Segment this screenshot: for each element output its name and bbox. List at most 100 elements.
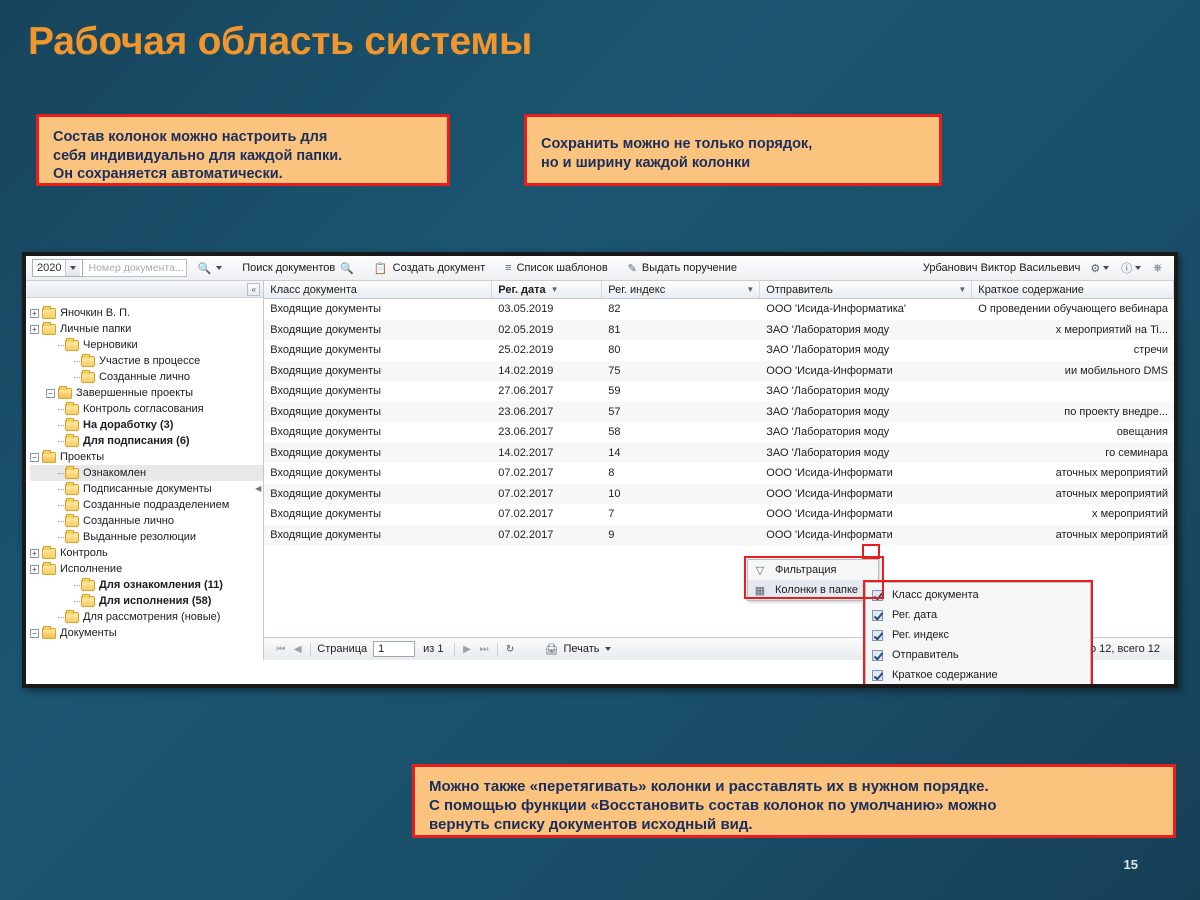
table-cell-sender: ЗАО 'Лаборатория моду	[766, 446, 890, 459]
tree-connector	[58, 536, 64, 538]
callout-drag-columns: Можно также «перетягивать» колонки и рас…	[412, 764, 1176, 838]
year-select[interactable]: 2020	[32, 259, 84, 277]
table-row[interactable]: Входящие документы 07.02.2017 10 ООО 'Исида…	[264, 483, 1174, 504]
expand-node-icon[interactable]: +	[30, 548, 39, 558]
tree-item[interactable]: + Личные папки	[30, 321, 263, 337]
prev-page-button[interactable]: ◀	[289, 644, 306, 655]
column-toggle-item[interactable]: Рег. дата	[866, 605, 1090, 625]
tree-item[interactable]: Для подписания (6)	[30, 433, 263, 449]
tree-item[interactable]: Созданные лично	[30, 513, 263, 529]
table-row[interactable]: Входящие документы 03.05.2019 82 ООО 'Исида…	[264, 299, 1174, 320]
table-cell-date: 07.02.2017	[498, 528, 554, 541]
table-row[interactable]: Входящие документы 07.02.2017 9 ООО 'Исида-…	[264, 524, 1174, 545]
grid-header-cell[interactable]: Краткое содержание	[972, 281, 1174, 298]
column-toggle-item[interactable]: Краткое содержание	[866, 665, 1090, 684]
expand-node-icon[interactable]: +	[30, 324, 39, 334]
tree-item[interactable]: + Контроль	[30, 545, 263, 561]
table-row[interactable]: Входящие документы 07.02.2017 8 ООО 'Исида-…	[264, 463, 1174, 484]
tree-item[interactable]: На доработку (3)	[30, 417, 263, 433]
search-documents-button[interactable]: Поиск документов 🔍	[232, 258, 364, 279]
chevron-down-icon[interactable]	[604, 647, 611, 651]
tree-item[interactable]: − Завершенные проекты	[30, 385, 263, 401]
grid-header-cell[interactable]: Отправитель ▼	[760, 281, 973, 298]
table-row[interactable]: Входящие документы 23.06.2017 58 ЗАО 'Лабор…	[264, 422, 1174, 443]
print-button[interactable]: 🖨 Печать	[545, 639, 621, 660]
header-context-menu: ▽ Фильтрация ▦ Колонки в папке ▶	[747, 559, 879, 601]
grid-header-cell[interactable]: Рег. индекс ▼	[602, 281, 761, 298]
header-dropdown-icon[interactable]: ▼	[746, 285, 754, 294]
column-toggle-item[interactable]: Рег. индекс	[866, 625, 1090, 645]
chevron-down-icon[interactable]	[1103, 266, 1110, 270]
expand-node-icon[interactable]: +	[30, 308, 39, 318]
table-row[interactable]: Входящие документы 14.02.2019 75 ООО 'Исида…	[264, 360, 1174, 381]
table-cell-sender: ЗАО 'Лаборатория моду	[766, 344, 890, 357]
callout-line: Он сохраняется автоматически.	[53, 166, 283, 183]
table-row[interactable]: Входящие документы 25.02.2019 80 ЗАО 'Лабор…	[264, 340, 1174, 361]
folder-icon	[42, 561, 56, 575]
collapse-panel-button[interactable]: «	[247, 282, 261, 296]
table-row[interactable]: Входящие документы 14.02.2017 14 ЗАО 'Лабор…	[264, 442, 1174, 463]
tree-item[interactable]: − Документы	[30, 625, 263, 641]
tree-item[interactable]: Для рассмотрения (новые)	[30, 609, 263, 625]
settings-button[interactable]: ⚙	[1084, 262, 1115, 275]
table-row[interactable]: Входящие документы 02.05.2019 81 ЗАО 'Лабор…	[264, 319, 1174, 340]
table-row[interactable]: Входящие документы 07.02.2017 7 ООО 'Исида-…	[264, 504, 1174, 525]
tree-item-label: Завершенные проекты	[76, 387, 194, 399]
checkbox-icon[interactable]	[872, 589, 883, 601]
chevron-down-icon[interactable]	[216, 266, 223, 270]
table-cell-class: Входящие документы	[270, 385, 382, 398]
column-toggle-item[interactable]: Ответственный исполнитель по документу	[866, 685, 1090, 688]
tree-item[interactable]: Для ознакомления (11)	[30, 577, 263, 593]
tree-item[interactable]: Ознакомлен	[30, 465, 264, 481]
help-button[interactable]: ⓘ	[1115, 260, 1147, 276]
document-number-input[interactable]: Номер документа...	[83, 259, 188, 277]
collapse-node-icon[interactable]: −	[30, 452, 39, 462]
menu-item-filter[interactable]: ▽ Фильтрация	[748, 560, 878, 580]
folder-icon	[65, 513, 79, 527]
tree-item[interactable]: + Яночкин В. П.	[30, 305, 263, 321]
tree-item[interactable]: Выданные резолюции	[30, 529, 263, 545]
checkbox-icon[interactable]	[872, 649, 883, 661]
search-icon-button[interactable]: 🔍	[187, 258, 232, 279]
column-toggle-item[interactable]: Класс документа	[866, 585, 1090, 605]
last-page-button[interactable]: ⏭	[476, 644, 493, 655]
chevron-down-icon[interactable]	[65, 260, 81, 276]
tree-item[interactable]: Для исполнения (58)	[30, 593, 263, 609]
checkbox-icon[interactable]	[872, 669, 883, 681]
collapse-node-icon[interactable]: −	[30, 628, 39, 638]
table-row[interactable]: Входящие документы 23.06.2017 57 ЗАО 'Лабор…	[264, 401, 1174, 422]
chevron-down-icon[interactable]	[1135, 266, 1142, 270]
checkbox-icon[interactable]	[872, 609, 883, 621]
tree-item[interactable]: Контроль согласования	[30, 401, 263, 417]
grid-header-cell[interactable]: Класс документа	[264, 281, 493, 298]
tree-item[interactable]: + Исполнение	[30, 561, 263, 577]
refresh-icon[interactable]: ↻	[502, 644, 519, 655]
callout-line: Состав колонок можно настроить для	[53, 129, 328, 145]
template-list-button[interactable]: ≡ Список шаблонов	[495, 258, 618, 279]
table-cell-summary: овещания	[1116, 426, 1168, 439]
create-document-button[interactable]: 📋 Создать документ	[364, 258, 495, 279]
table-row[interactable]: Входящие документы 27.06.2017 59 ЗАО 'Лабор…	[264, 381, 1174, 402]
grid-header-cell[interactable]: Рег. дата ▼	[492, 281, 603, 298]
power-button[interactable]: ⎈	[1147, 262, 1168, 275]
expand-node-icon[interactable]: +	[30, 564, 39, 574]
table-cell-class: Входящие документы	[270, 487, 382, 500]
issue-assignment-button[interactable]: ✎ Выдать поручение	[618, 258, 747, 279]
page-number-input[interactable]: 1	[373, 641, 416, 657]
tree-item[interactable]: Участие в процессе	[30, 353, 263, 369]
folder-icon	[42, 545, 56, 559]
header-dropdown-icon[interactable]: ▼	[958, 285, 966, 294]
column-toggle-item[interactable]: Отправитель	[866, 645, 1090, 665]
tree-item[interactable]: − Проекты	[30, 449, 263, 465]
tree-item[interactable]: Подписанные документы	[30, 481, 263, 497]
first-page-button[interactable]: ⏮	[272, 644, 289, 655]
tree-item[interactable]: Созданные лично	[30, 369, 263, 385]
folder-icon	[65, 401, 79, 415]
next-page-button[interactable]: ▶	[459, 644, 476, 655]
tree-item[interactable]: Созданные подразделением	[30, 497, 263, 513]
tree-item[interactable]: Черновики	[30, 337, 263, 353]
checkbox-icon[interactable]	[872, 629, 883, 641]
collapse-node-icon[interactable]: −	[46, 388, 55, 398]
menu-item-columns-in-folder[interactable]: ▦ Колонки в папке ▶	[748, 580, 878, 600]
table-cell-index: 58	[608, 426, 621, 439]
